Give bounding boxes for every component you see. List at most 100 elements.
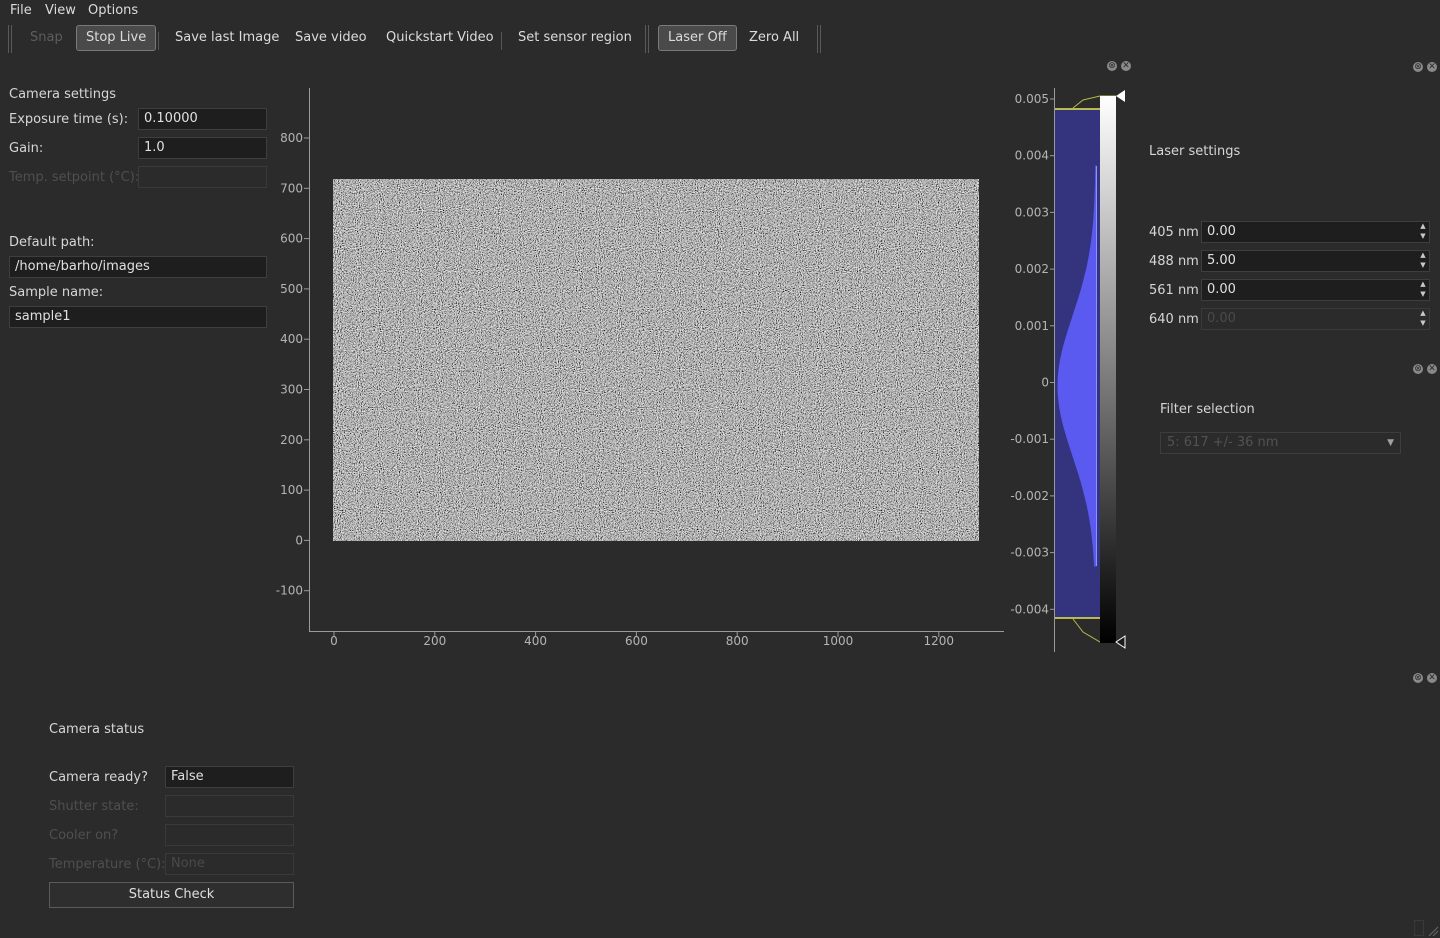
- set-sensor-region-button[interactable]: Set sensor region: [509, 25, 641, 51]
- dock-close-icon[interactable]: ✕: [1121, 61, 1131, 71]
- histogram-tick-label: 0.004: [1015, 149, 1049, 163]
- temp-setpoint-label: Temp. setpoint (°C):: [9, 170, 140, 185]
- shutter-state-label: Shutter state:: [49, 799, 139, 814]
- menu-view[interactable]: View: [45, 3, 76, 18]
- filter-dropdown[interactable]: 5: 617 +/- 36 nm ▼: [1160, 432, 1401, 454]
- dock-float-icon[interactable]: ⊗: [1413, 62, 1423, 72]
- x-tick-label: 1000: [823, 634, 854, 648]
- laser-561-label: 561 nm: [1149, 283, 1199, 298]
- quickstart-video-button[interactable]: Quickstart Video: [377, 25, 503, 51]
- temperature-label: Temperature (°C):: [49, 857, 166, 872]
- y-tick-label: 500: [280, 282, 303, 296]
- histogram-tick-label: 0.003: [1015, 205, 1049, 219]
- stop-live-button[interactable]: Stop Live: [76, 25, 157, 51]
- laser-488-spinbox[interactable]: 5.00: [1201, 250, 1430, 272]
- toolbar-grip-handle[interactable]: [645, 25, 649, 53]
- zero-all-button[interactable]: Zero All: [740, 25, 808, 51]
- default-path-field[interactable]: /home/barho/images: [9, 256, 267, 278]
- laser-405-label: 405 nm: [1149, 225, 1199, 240]
- laser-488-label: 488 nm: [1149, 254, 1199, 269]
- laser-settings-panel: Laser settings 405 nm 0.00 ▲ ▼ 488 nm 5.0…: [1140, 130, 1440, 340]
- temperature-field: None: [165, 853, 294, 875]
- default-path-label: Default path:: [9, 235, 95, 250]
- menu-bar: File View Options: [0, 0, 1440, 22]
- y-tick-label: 600: [280, 232, 303, 246]
- y-tick-label: 700: [280, 181, 303, 195]
- laser-561-spin-arrows[interactable]: ▲ ▼: [1417, 279, 1429, 301]
- cooler-on-label: Cooler on?: [49, 828, 119, 843]
- toolbar-separator: [501, 32, 502, 50]
- menu-file[interactable]: File: [10, 3, 32, 18]
- gain-field[interactable]: 1.0: [138, 137, 267, 159]
- x-tick-label: 600: [625, 634, 648, 648]
- laser-640-label: 640 nm: [1149, 312, 1199, 327]
- camera-settings-panel: Camera settings Exposure time (s): 0.100…: [0, 60, 290, 360]
- laser-488-spin-arrows[interactable]: ▲ ▼: [1417, 250, 1429, 272]
- histogram-tick-label: 0: [1041, 376, 1049, 390]
- scrollbar-stub[interactable]: [1414, 920, 1424, 936]
- resize-grip-icon[interactable]: [1427, 925, 1439, 937]
- x-tick-label: 0: [330, 634, 338, 648]
- save-last-image-button[interactable]: Save last Image: [166, 25, 288, 51]
- histogram-lut[interactable]: 0.005 0.004 0.003 0.002 0.001 0 -0.001 -0.002 -0…: [1005, 86, 1140, 656]
- y-tick-label: 100: [280, 483, 303, 497]
- camera-settings-title: Camera settings: [9, 87, 116, 102]
- camera-status-panel: Camera status Camera ready? False Shutte…: [0, 700, 320, 915]
- gain-label: Gain:: [9, 141, 44, 156]
- dock-close-icon[interactable]: ✕: [1427, 62, 1437, 72]
- camera-ready-field: False: [165, 766, 294, 788]
- x-tick-label: 800: [726, 634, 749, 648]
- exposure-field[interactable]: 0.10000: [138, 108, 267, 130]
- toolbar-separator: [158, 32, 159, 50]
- laser-640-spin-arrows[interactable]: ▲ ▼: [1417, 308, 1429, 330]
- histogram-tick-label: 0.002: [1015, 262, 1049, 276]
- save-video-button[interactable]: Save video: [286, 25, 376, 51]
- histogram-tick-label: -0.001: [1010, 432, 1049, 446]
- y-tick-label: 400: [280, 332, 303, 346]
- camera-image[interactable]: [333, 179, 979, 541]
- gradient-top-handle[interactable]: [1116, 90, 1125, 102]
- histogram-tick-label: -0.002: [1010, 489, 1049, 503]
- dock-float-icon[interactable]: ⊗: [1413, 364, 1423, 374]
- dock-close-icon[interactable]: ✕: [1427, 364, 1437, 374]
- toolbar: Snap Stop Live Save last Image Save vide…: [0, 22, 1440, 56]
- laser-settings-title: Laser settings: [1149, 144, 1241, 159]
- snap-button[interactable]: Snap: [21, 25, 72, 51]
- dock-float-icon[interactable]: ⊗: [1107, 61, 1117, 71]
- laser-640-spinbox[interactable]: 0.00: [1201, 308, 1430, 330]
- y-tick-label: -100: [276, 584, 303, 598]
- exposure-label: Exposure time (s):: [9, 112, 129, 127]
- filter-dropdown-value: 5: 617 +/- 36 nm: [1167, 435, 1279, 450]
- histogram-tick-label: 0.001: [1015, 319, 1049, 333]
- sample-name-field[interactable]: sample1: [9, 306, 267, 328]
- status-check-button[interactable]: Status Check: [49, 882, 294, 908]
- dock-float-icon[interactable]: ⊗: [1413, 673, 1423, 683]
- laser-561-spinbox[interactable]: 0.00: [1201, 279, 1430, 301]
- camera-ready-label: Camera ready?: [49, 770, 149, 785]
- y-tick-label: 200: [280, 433, 303, 447]
- temp-setpoint-field[interactable]: [138, 166, 267, 188]
- x-tick-label: 400: [524, 634, 547, 648]
- shutter-state-field: [165, 795, 294, 817]
- filter-selection-title: Filter selection: [1160, 402, 1255, 417]
- image-view[interactable]: 8007006005004003002001000-100 0 200 400 600…: [270, 80, 1015, 660]
- laser-off-button[interactable]: Laser Off: [658, 25, 737, 51]
- sample-name-label: Sample name:: [9, 285, 104, 300]
- x-tick-label: 1200: [924, 634, 955, 648]
- toolbar-grip-handle[interactable]: [817, 25, 821, 53]
- y-tick-label: 800: [280, 131, 303, 145]
- camera-status-title: Camera status: [49, 722, 145, 737]
- laser-405-spin-arrows[interactable]: ▲ ▼: [1417, 221, 1429, 243]
- y-tick-label: 300: [280, 383, 303, 397]
- gradient-bottom-handle[interactable]: [1115, 635, 1126, 649]
- laser-405-spinbox[interactable]: 0.00: [1201, 221, 1430, 243]
- dock-close-icon[interactable]: ✕: [1427, 673, 1437, 683]
- x-tick-label: 200: [423, 634, 446, 648]
- histogram-tick-label: -0.004: [1010, 602, 1049, 616]
- y-tick-label: 0: [295, 533, 303, 547]
- chevron-down-icon: ▼: [1387, 438, 1394, 448]
- menu-options[interactable]: Options: [88, 3, 138, 18]
- histogram-tick-label: -0.003: [1010, 546, 1049, 560]
- toolbar-grip-handle[interactable]: [8, 25, 12, 53]
- gradient-bar[interactable]: [1100, 96, 1116, 643]
